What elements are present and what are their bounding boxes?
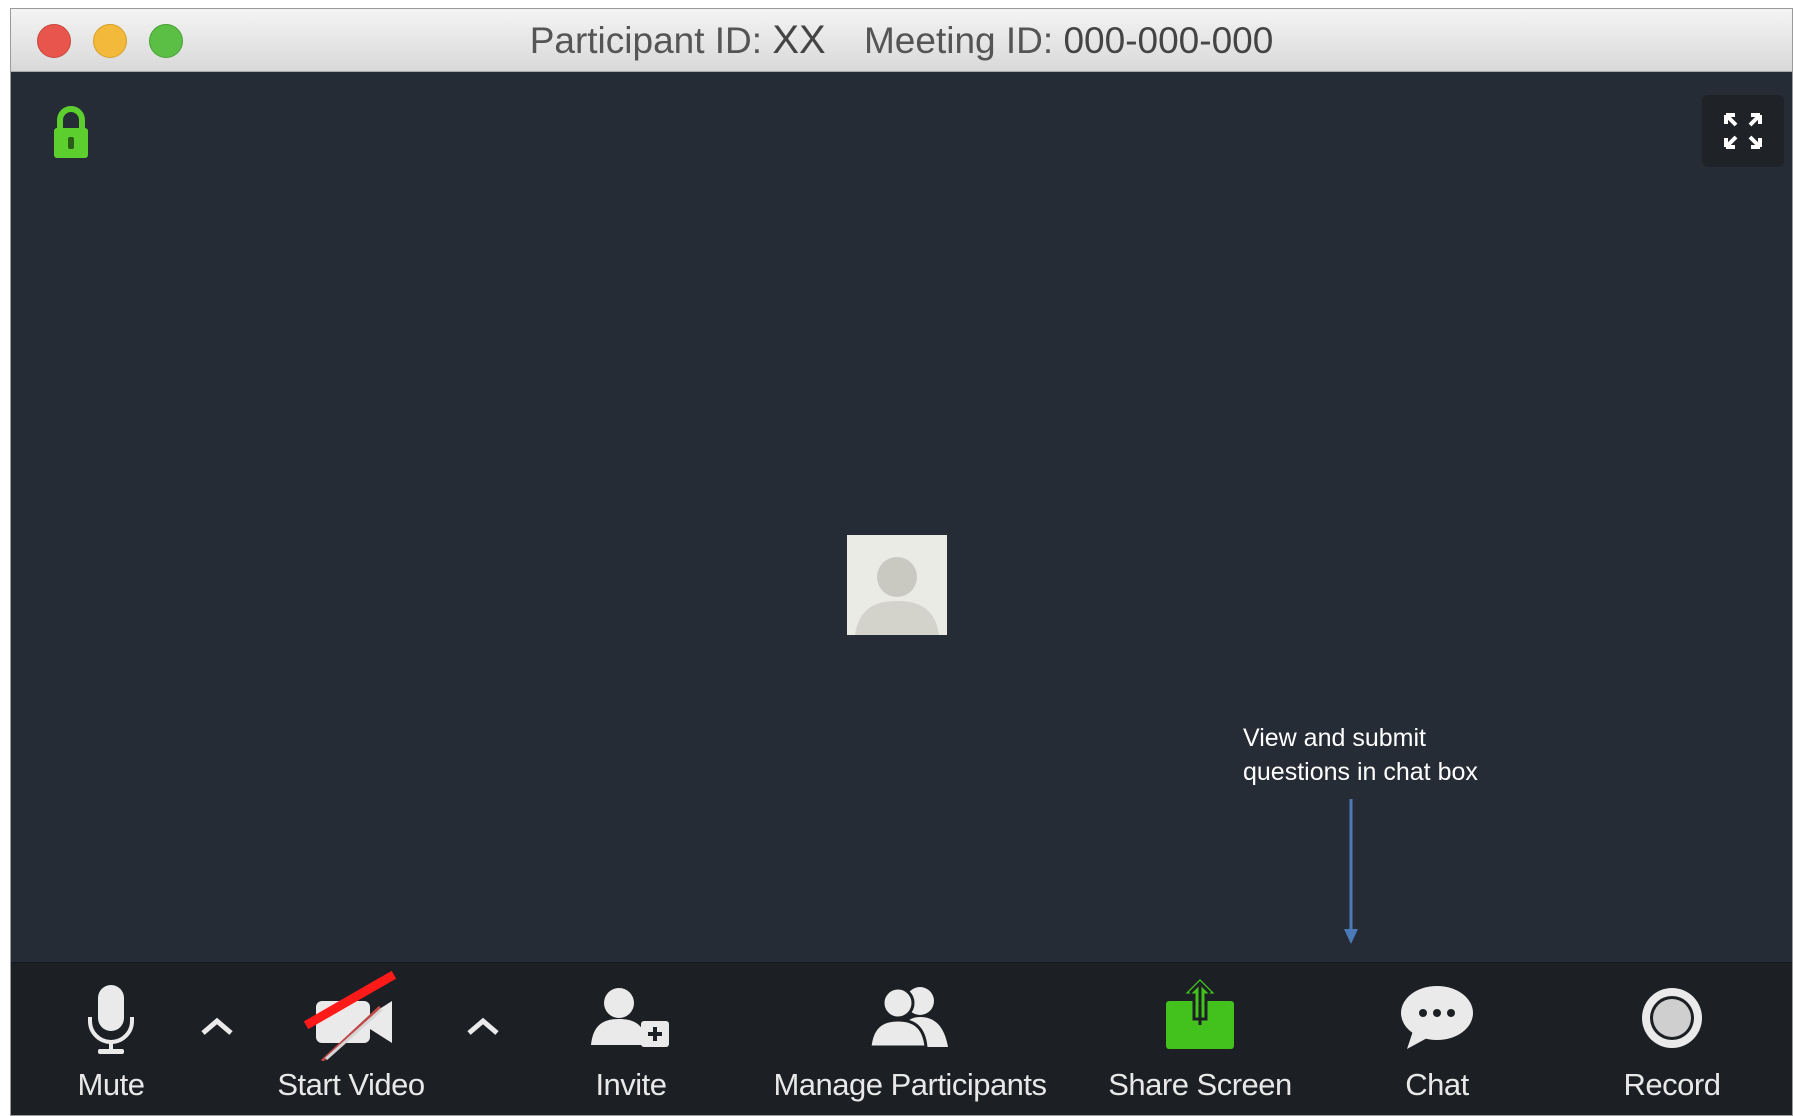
start-video-label: Start Video bbox=[277, 1067, 425, 1102]
caret-up-icon[interactable] bbox=[463, 1013, 503, 1043]
share-screen-icon bbox=[1166, 975, 1234, 1049]
start-video-button[interactable]: Start Video bbox=[251, 963, 451, 1115]
invite-button[interactable]: Invite bbox=[571, 963, 691, 1115]
invite-icon bbox=[591, 988, 669, 1047]
fullscreen-button[interactable] bbox=[1702, 95, 1784, 167]
chat-button[interactable]: Chat bbox=[1377, 963, 1497, 1115]
chat-annotation: View and submit questions in chat box bbox=[1243, 721, 1543, 789]
participant-id-label: Participant ID: bbox=[529, 20, 763, 61]
microphone-icon bbox=[88, 985, 134, 1054]
fullscreen-icon bbox=[1724, 113, 1762, 149]
chat-bubble-icon bbox=[1401, 986, 1473, 1049]
annotation-arrow bbox=[1344, 799, 1358, 944]
invite-label: Invite bbox=[595, 1067, 667, 1102]
window-title: Participant ID: XX Meeting ID: 000-000-0… bbox=[11, 9, 1792, 71]
annotation-line-1: View and submit bbox=[1243, 724, 1426, 752]
mute-button[interactable]: Mute bbox=[51, 963, 171, 1115]
meeting-window: Participant ID: XX Meeting ID: 000-000-0… bbox=[10, 8, 1793, 1116]
share-screen-label: Share Screen bbox=[1108, 1067, 1292, 1102]
chat-label: Chat bbox=[1405, 1067, 1469, 1102]
participant-id-value: XX bbox=[772, 18, 826, 62]
meeting-toolbar: Mute Start Video Invite Manage Participa… bbox=[11, 962, 1792, 1115]
avatar-placeholder-icon bbox=[847, 535, 947, 635]
participants-icon bbox=[868, 986, 948, 1049]
record-label: Record bbox=[1623, 1067, 1721, 1102]
camera-icon bbox=[303, 971, 397, 1061]
meeting-id-label: Meeting ID: bbox=[863, 20, 1054, 61]
caret-up-icon[interactable] bbox=[197, 1013, 237, 1043]
title-bar: Participant ID: XX Meeting ID: 000-000-0… bbox=[11, 9, 1792, 72]
manage-participants-button[interactable]: Manage Participants bbox=[743, 963, 1077, 1115]
lock-icon[interactable] bbox=[51, 105, 91, 161]
share-screen-button[interactable]: Share Screen bbox=[1095, 963, 1305, 1115]
record-button[interactable]: Record bbox=[1607, 963, 1737, 1115]
meeting-id-value: 000-000-000 bbox=[1063, 20, 1274, 61]
record-icon bbox=[1642, 988, 1702, 1048]
mute-label: Mute bbox=[77, 1067, 145, 1102]
manage-participants-label: Manage Participants bbox=[773, 1067, 1047, 1102]
annotation-line-2: questions in chat box bbox=[1243, 758, 1478, 786]
